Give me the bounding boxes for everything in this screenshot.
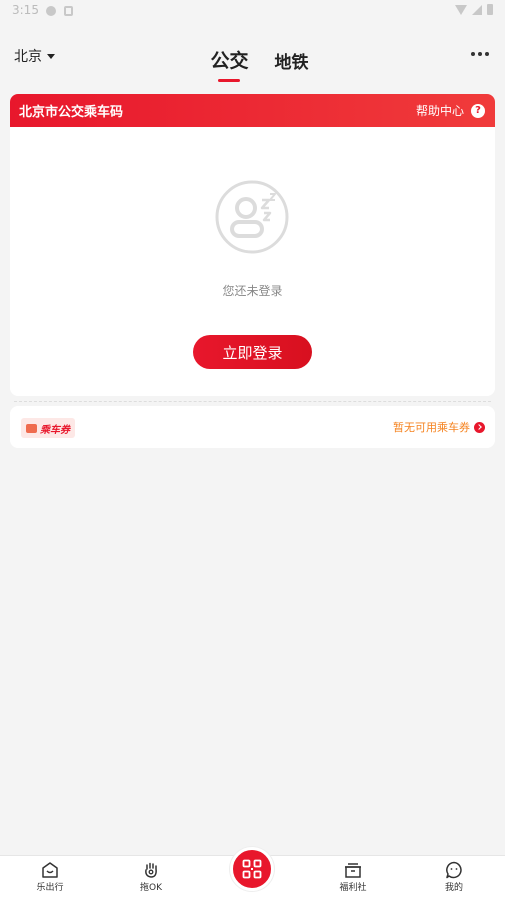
notification-square-icon: [64, 6, 73, 16]
nav-label-mine: 我的: [444, 883, 463, 893]
dashed-divider: [14, 401, 491, 402]
nav-item-ok[interactable]: 拖OK: [121, 861, 181, 893]
nav-item-travel[interactable]: 乐出行: [20, 861, 80, 893]
more-options-icon[interactable]: [471, 48, 489, 60]
voucher-tag: 乘车券: [21, 418, 75, 438]
status-indicators: [455, 4, 493, 15]
signal-icon: [472, 4, 482, 15]
voucher-tag-label: 乘车券: [40, 424, 70, 436]
voucher-status-link[interactable]: 暂无可用乘车券: [393, 419, 485, 435]
card-title: 北京市公交乘车码: [19, 105, 124, 120]
sleeping-avatar-icon: [215, 180, 289, 254]
bus-code-card-header: 北京市公交乘车码 帮助中心 ?: [10, 94, 495, 127]
voucher-row[interactable]: 乘车券 暂无可用乘车券: [10, 406, 495, 448]
battery-icon: [487, 4, 493, 15]
nav-item-mine[interactable]: 我的: [424, 861, 484, 893]
active-tab-indicator: [218, 79, 241, 82]
tab-bus-label: 公交: [210, 50, 249, 72]
nav-label-ok: 拖OK: [140, 883, 162, 893]
transport-tabs: 公交 地铁: [0, 40, 505, 82]
notification-icon: [46, 6, 56, 16]
qr-code-scan-button[interactable]: [230, 847, 274, 891]
home-smile-icon: [42, 862, 58, 878]
profile-icon: [446, 861, 462, 879]
bus-code-card: 北京市公交乘车码 帮助中心 ? 您还未登录 立即登录: [10, 94, 495, 396]
chevron-right-icon: [474, 421, 485, 433]
help-center-label: 帮助中心: [415, 104, 464, 118]
ticket-icon: [26, 423, 37, 433]
tab-bus[interactable]: 公交: [196, 40, 249, 82]
gift-box-icon: [345, 863, 361, 878]
nav-item-welfare[interactable]: 福利社: [323, 861, 383, 893]
nav-label-travel: 乐出行: [36, 883, 64, 893]
wifi-icon: [455, 4, 467, 15]
status-bar: 3:15: [0, 0, 505, 22]
app-screen: 3:15 北京 公交 地铁 北京市公交乘车码 帮助中心 ? 您还未登录 立即登录…: [0, 0, 505, 899]
voucher-status-text: 暂无可用乘车券: [393, 421, 470, 434]
help-question-icon: ?: [471, 103, 485, 118]
tab-subway[interactable]: 地铁: [275, 40, 309, 82]
qr-code-icon: [242, 859, 262, 879]
login-button[interactable]: 立即登录: [193, 335, 312, 369]
status-time: 3:15: [12, 3, 39, 17]
nav-label-welfare: 福利社: [339, 883, 367, 893]
tab-subway-label: 地铁: [274, 53, 309, 73]
hand-icon: [145, 862, 157, 878]
help-center-link[interactable]: 帮助中心 ?: [416, 102, 485, 119]
top-header: 北京 公交 地铁: [0, 40, 505, 84]
not-logged-in-text: 您还未登录: [222, 284, 283, 298]
